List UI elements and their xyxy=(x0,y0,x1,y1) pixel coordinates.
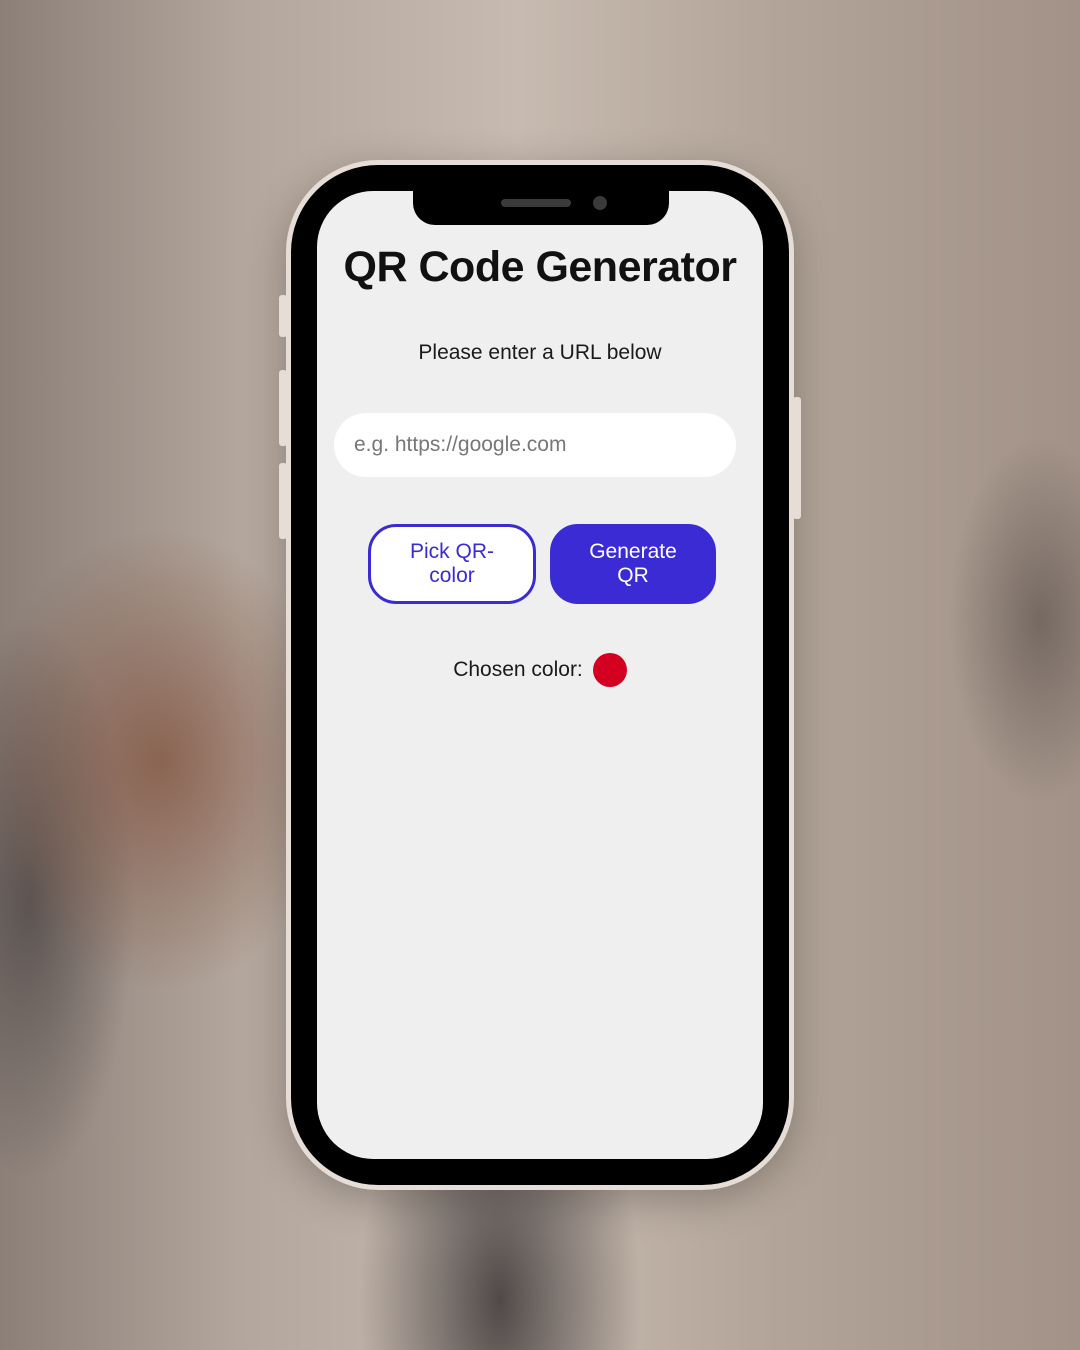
phone-volume-up xyxy=(279,370,287,446)
phone-power-button xyxy=(793,397,801,519)
pick-color-button-label: Pick QR-color xyxy=(410,540,494,587)
url-input[interactable] xyxy=(334,413,736,477)
phone-notch xyxy=(413,191,669,225)
phone-mockup: QR Code Generator Please enter a URL bel… xyxy=(279,160,801,1190)
pick-color-button[interactable]: Pick QR-color xyxy=(368,524,536,604)
generate-qr-button[interactable]: Generate QR xyxy=(550,524,716,604)
speaker-grille xyxy=(501,199,571,207)
phone-volume-down xyxy=(279,463,287,539)
phone-silent-switch xyxy=(279,295,287,337)
chosen-color-row: Chosen color: xyxy=(317,653,763,687)
page-title: QR Code Generator xyxy=(343,243,737,291)
chosen-color-label: Chosen color: xyxy=(453,658,583,681)
color-swatch xyxy=(592,653,627,687)
instruction-text: Please enter a URL below xyxy=(418,341,662,364)
generate-qr-button-label: Generate QR xyxy=(589,540,677,587)
front-camera xyxy=(593,196,607,210)
app-screen: QR Code Generator Please enter a URL bel… xyxy=(317,191,763,1159)
